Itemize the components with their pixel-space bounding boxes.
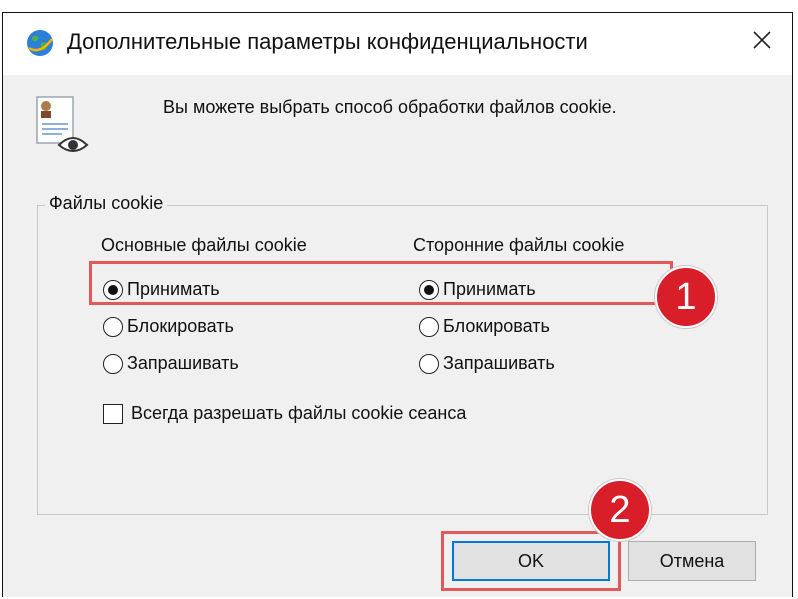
session-cookies-checkbox[interactable]: Всегда разрешать файлы cookie сеанса xyxy=(103,403,466,424)
radio-label: Блокировать xyxy=(443,316,550,336)
globe-icon xyxy=(25,28,55,58)
radio-indicator[interactable] xyxy=(419,316,439,337)
radio-indicator[interactable] xyxy=(103,316,123,337)
annotation-badge-1: 1 xyxy=(655,266,717,328)
radio-label: Запрашивать xyxy=(127,353,239,373)
third-party-prompt-radio[interactable]: Запрашивать xyxy=(419,353,555,374)
checkbox-indicator[interactable] xyxy=(103,403,123,424)
title-bar: Дополнительные параметры конфиденциально… xyxy=(3,13,792,75)
dialog-title: Дополнительные параметры конфиденциально… xyxy=(67,29,588,54)
radio-label: Запрашивать xyxy=(443,353,555,373)
annotation-highlight-accept-row xyxy=(89,261,673,305)
radio-label: Блокировать xyxy=(127,316,234,336)
checkbox-label: Всегда разрешать файлы cookie сеанса xyxy=(131,403,467,423)
close-icon xyxy=(752,30,772,55)
third-party-header: Сторонние файлы cookie xyxy=(413,235,625,255)
annotation-badge-2: 2 xyxy=(589,479,651,541)
radio-indicator[interactable] xyxy=(103,353,123,374)
privacy-document-eye-icon xyxy=(33,93,93,157)
first-party-block-radio[interactable]: Блокировать xyxy=(103,316,234,337)
close-button[interactable] xyxy=(732,13,792,71)
third-party-block-radio[interactable]: Блокировать xyxy=(419,316,550,337)
annotation-highlight-ok xyxy=(441,531,621,591)
dialog-body: Вы можете выбрать способ обработки файло… xyxy=(3,75,792,597)
intro-text: Вы можете выбрать способ обработки файло… xyxy=(163,97,617,117)
first-party-prompt-radio[interactable]: Запрашивать xyxy=(103,353,239,374)
cancel-button[interactable]: Отмена xyxy=(628,541,756,581)
first-party-header: Основные файлы cookie xyxy=(101,235,307,255)
cookies-group-legend: Файлы cookie xyxy=(45,193,168,214)
privacy-dialog: Дополнительные параметры конфиденциально… xyxy=(2,12,793,597)
radio-indicator[interactable] xyxy=(419,353,439,374)
